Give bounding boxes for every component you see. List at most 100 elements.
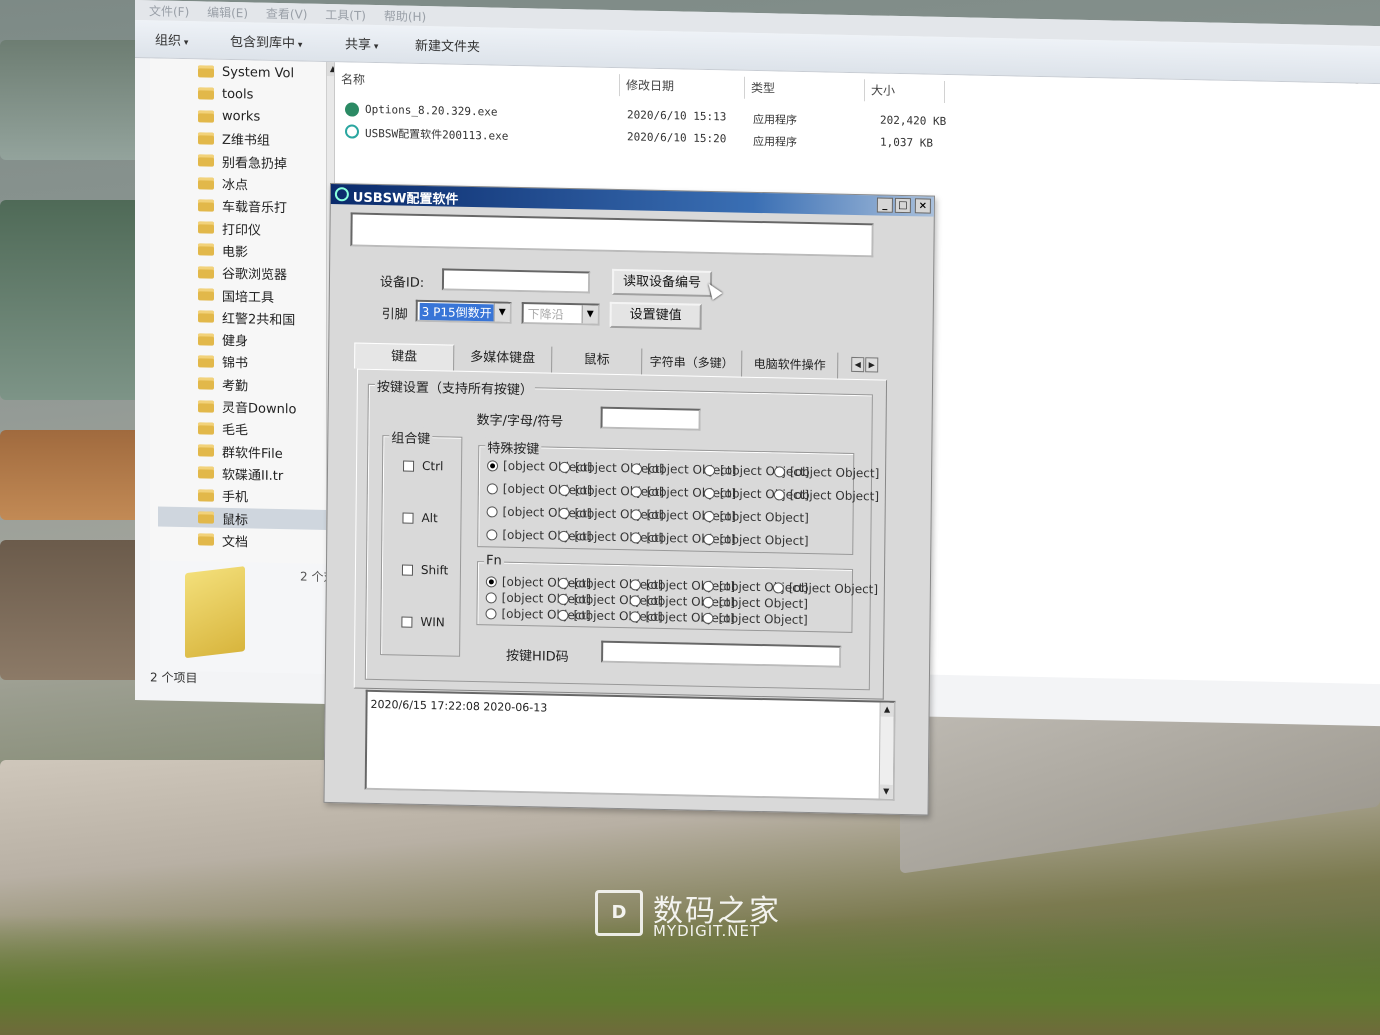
radio-dot[interactable] — [557, 593, 569, 605]
nav-folder-item[interactable]: 手机 — [198, 485, 248, 506]
key-radio[interactable]: [object Object] — [774, 464, 879, 481]
tab-string-multikey[interactable]: 字符串（多键） — [642, 348, 743, 377]
nav-folder-item[interactable]: 鼠标 — [158, 506, 328, 531]
radio-dot[interactable] — [702, 612, 714, 624]
radio-dot[interactable] — [631, 462, 643, 475]
key-radio[interactable]: [object Object] — [702, 611, 808, 627]
log-scrollbar[interactable]: ▲ ▼ — [878, 702, 894, 799]
nav-folder-item[interactable]: System Vol — [198, 61, 294, 83]
radio-dot[interactable] — [559, 461, 571, 473]
radio-dot[interactable] — [485, 591, 497, 603]
nav-folder-item[interactable]: 谷歌浏览器 — [198, 262, 287, 284]
radio-dot[interactable] — [487, 459, 499, 472]
share-button[interactable]: 共享 — [345, 33, 378, 53]
combo-key-checkbox[interactable]: Ctrl — [402, 459, 443, 473]
tab-keyboard[interactable]: 键盘 — [354, 342, 455, 371]
pin-select[interactable]: 3 P15倒数开 ▼ — [415, 299, 512, 324]
key-radio[interactable]: [object Object] — [772, 580, 878, 596]
tab-multimedia-keyboard[interactable]: 多媒体键盘 — [454, 344, 553, 373]
alnum-symbol-input[interactable] — [600, 406, 701, 431]
combo-key-checkbox[interactable]: Alt — [402, 511, 438, 525]
nav-folder-item[interactable]: 电影 — [198, 240, 248, 261]
organize-button[interactable]: 组织 — [155, 29, 188, 49]
radio-dot[interactable] — [629, 610, 641, 623]
combo-key-checkbox[interactable]: WIN — [401, 614, 445, 629]
nav-folder-item[interactable]: 红警2共和国 — [198, 307, 295, 329]
radio-dot[interactable] — [703, 533, 715, 545]
minimize-button[interactable]: _ — [876, 197, 893, 213]
radio-dot[interactable] — [702, 580, 714, 592]
close-button[interactable]: × — [914, 198, 931, 214]
radio-dot[interactable] — [773, 488, 785, 501]
include-in-library-button[interactable]: 包含到库中 — [230, 31, 302, 52]
combo-key-checkbox[interactable]: Shift — [401, 563, 448, 577]
nav-folder-item[interactable]: 文档 — [198, 530, 248, 551]
menu-file[interactable]: 文件(F) — [149, 2, 189, 20]
radio-dot[interactable] — [486, 528, 498, 541]
menu-tools[interactable]: 工具(T) — [325, 6, 366, 24]
nav-folder-item[interactable]: 考勤 — [198, 374, 248, 395]
radio-dot[interactable] — [630, 485, 642, 498]
scroll-up-icon[interactable]: ▲ — [327, 62, 335, 77]
scroll-down-icon[interactable]: ▼ — [879, 784, 893, 799]
nav-folder-item[interactable]: 别看急扔掉 — [198, 151, 287, 173]
nav-folder-item[interactable]: 冰点 — [198, 173, 248, 194]
key-radio[interactable]: [object Object] — [702, 595, 808, 611]
scroll-up-icon[interactable]: ▲ — [880, 702, 894, 717]
checkbox-box[interactable] — [402, 460, 415, 472]
radio-dot[interactable] — [774, 465, 786, 478]
tab-mouse[interactable]: 鼠标 — [552, 346, 643, 375]
menu-view[interactable]: 查看(V) — [266, 5, 308, 23]
nav-folder-item[interactable]: works — [198, 106, 260, 127]
chevron-down-icon[interactable]: ▼ — [581, 305, 598, 324]
tab-scroll-right-icon[interactable]: ▶ — [865, 357, 879, 373]
tab-scroll-left-icon[interactable]: ◀ — [851, 356, 865, 373]
radio-dot[interactable] — [557, 609, 569, 621]
tab-pc-software-ops[interactable]: 电脑软件操作 — [742, 350, 839, 379]
read-device-id-button[interactable]: 读取设备编号 — [611, 268, 713, 297]
key-radio[interactable]: [object Object] — [773, 487, 879, 504]
key-radio[interactable]: [object Object] — [703, 532, 809, 548]
column-name[interactable]: 名称 — [335, 68, 620, 97]
chevron-down-icon[interactable]: ▼ — [493, 303, 510, 322]
nav-folder-item[interactable]: 车载音乐打 — [198, 195, 287, 217]
radio-dot[interactable] — [704, 464, 716, 476]
maximize-button[interactable]: □ — [894, 197, 911, 214]
nav-folder-item[interactable]: 健身 — [198, 329, 248, 350]
radio-dot[interactable] — [629, 594, 641, 607]
set-key-value-button[interactable]: 设置键值 — [609, 301, 702, 330]
edge-mode-select[interactable]: 下降沿 ▼ — [521, 302, 600, 326]
radio-dot[interactable] — [772, 581, 784, 594]
radio-dot[interactable] — [703, 487, 715, 499]
column-modified[interactable]: 修改日期 — [620, 74, 745, 99]
radio-dot[interactable] — [703, 510, 715, 522]
radio-dot[interactable] — [486, 505, 498, 518]
nav-folder-item[interactable]: tools — [198, 84, 253, 105]
radio-dot[interactable] — [630, 508, 642, 521]
nav-folder-item[interactable]: 打印仪 — [198, 217, 261, 238]
nav-folder-item[interactable]: Z维书组 — [198, 128, 270, 150]
radio-dot[interactable] — [558, 484, 570, 496]
nav-folder-item[interactable]: 锦书 — [198, 351, 248, 372]
radio-dot[interactable] — [629, 578, 641, 591]
nav-folder-item[interactable]: 毛毛 — [198, 418, 248, 439]
menu-edit[interactable]: 编辑(E) — [207, 4, 248, 22]
checkbox-box[interactable] — [401, 564, 414, 576]
nav-folder-item[interactable]: 国培工具 — [198, 284, 274, 306]
checkbox-box[interactable] — [401, 615, 413, 628]
radio-dot[interactable] — [485, 607, 497, 619]
nav-folder-item[interactable]: 软碟通II.tr — [198, 463, 283, 485]
log-output[interactable]: 2020/6/15 17:22:08 2020-06-13 ▲ ▼ — [364, 689, 896, 801]
checkbox-box[interactable] — [402, 512, 414, 524]
column-type[interactable]: 类型 — [745, 76, 865, 102]
device-id-input[interactable] — [441, 268, 591, 294]
menu-help[interactable]: 帮助(H) — [384, 7, 426, 25]
nav-folder-item[interactable]: 灵音Downlo — [198, 396, 296, 418]
radio-dot[interactable] — [630, 531, 642, 544]
new-folder-button[interactable]: 新建文件夹 — [415, 35, 480, 55]
key-radio[interactable]: [object Object] — [703, 509, 809, 525]
radio-dot[interactable] — [557, 577, 569, 589]
column-size[interactable]: 大小 — [865, 79, 945, 103]
nav-folder-item[interactable]: 群软件File — [198, 440, 283, 462]
hid-code-input[interactable] — [601, 640, 842, 668]
